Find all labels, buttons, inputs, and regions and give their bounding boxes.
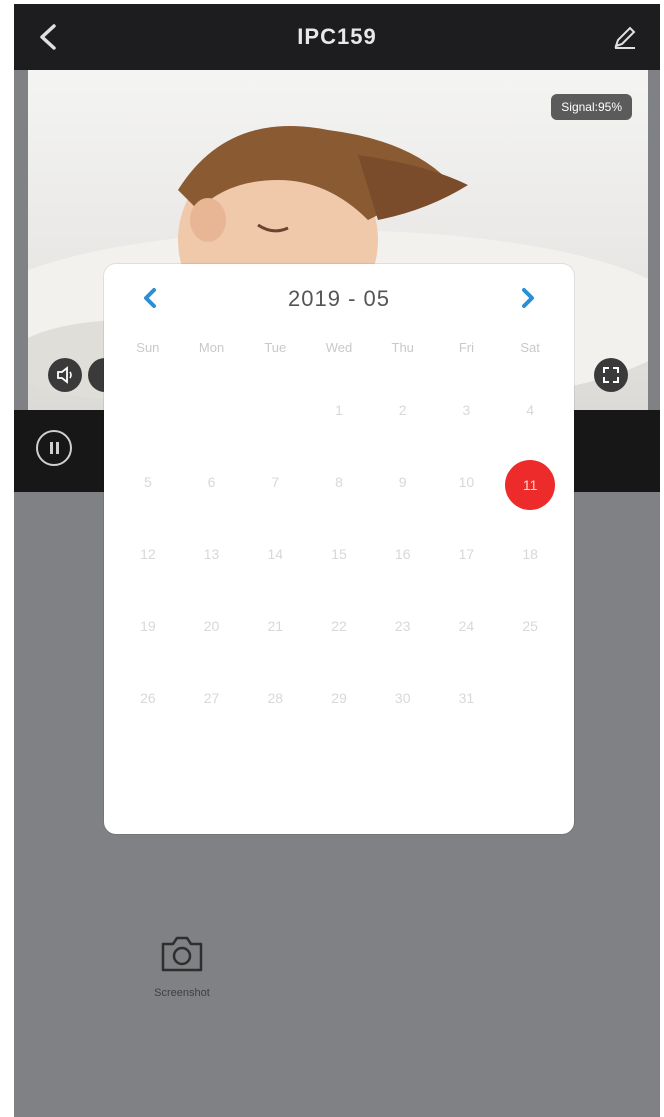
calendar-day-number: 12 [140, 546, 156, 562]
calendar-day-number: 29 [331, 690, 347, 706]
calendar-day[interactable]: 2 [371, 386, 435, 458]
calendar-day[interactable]: 29 [307, 674, 371, 746]
calendar-day[interactable]: 19 [116, 602, 180, 674]
weekday-label: Thu [391, 340, 414, 355]
calendar-day-number: 24 [458, 618, 475, 634]
calendar-day-number: 8 [335, 474, 343, 490]
calendar-day-number: 27 [203, 690, 220, 706]
calendar-day-number: 28 [267, 690, 284, 706]
calendar-day-number: 30 [394, 690, 411, 706]
calendar-day[interactable]: 25 [498, 602, 562, 674]
fullscreen-icon[interactable] [594, 358, 628, 392]
top-bar: IPC159 [14, 4, 660, 70]
weekday-label: Sun [136, 340, 160, 355]
pause-icon[interactable] [36, 430, 72, 466]
camera-icon [161, 936, 203, 972]
weekday-row: Sun Mon Tue Wed Thu Fri Sat [116, 340, 562, 355]
calendar-day-grid: 1 2 3 4 5 6 7 8 9 10 11 12 13 14 15 16 17 18 19 20 21 22 23 24 2… [116, 386, 562, 746]
date-picker-popup: 2019 - 05 Sun Mon Tue Wed Thu Fri Sat 12345678… [104, 264, 574, 834]
calendar-day-number: 4 [526, 402, 535, 418]
calendar-day-number: 25 [522, 618, 538, 634]
calendar-day[interactable]: 20 [180, 602, 244, 674]
screenshot-label: Screenshot [154, 987, 210, 999]
calendar-day[interactable]: 18 [498, 530, 562, 602]
calendar-day-number: 14 [267, 546, 284, 562]
calendar-day[interactable]: 6 [180, 458, 244, 530]
calendar-day[interactable]: 23 [371, 602, 435, 674]
pencil-icon[interactable] [612, 24, 638, 50]
calendar-day[interactable]: 14 [243, 530, 307, 602]
calendar-day-number: 1 [335, 402, 343, 418]
calendar-day[interactable]: 30 [371, 674, 435, 746]
weekday-label: Sat [520, 340, 540, 355]
calendar-day[interactable]: 24 [435, 602, 499, 674]
calendar-day[interactable]: 31 [435, 674, 499, 746]
calendar-day-number: 16 [394, 546, 411, 562]
calendar-empty-cell [180, 386, 244, 458]
calendar-header: 2019 - 05 [104, 282, 574, 314]
calendar-day[interactable]: 15 [307, 530, 371, 602]
calendar-day[interactable]: 5 [116, 458, 180, 530]
weekday-label: Mon [198, 340, 225, 355]
calendar-day[interactable]: 3 [435, 386, 499, 458]
calendar-day[interactable]: 10 [435, 458, 499, 530]
page-title: IPC159 [297, 24, 377, 49]
calendar-day-number: 13 [203, 546, 220, 562]
calendar-day[interactable]: 27 [180, 674, 244, 746]
calendar-day[interactable]: 26 [116, 674, 180, 746]
calendar-day[interactable]: 17 [435, 530, 499, 602]
calendar-day-selected[interactable]: 11 [498, 458, 562, 530]
calendar-day-number: 7 [271, 474, 280, 490]
screenshot-button[interactable]: Screenshot [122, 934, 242, 999]
weekday-label: Wed [325, 340, 353, 355]
calendar-day-number: 15 [331, 546, 347, 562]
calendar-empty-cell [243, 386, 307, 458]
calendar-day[interactable]: 1 [307, 386, 371, 458]
calendar-day-number: 10 [458, 474, 475, 490]
calendar-day[interactable]: 13 [180, 530, 244, 602]
calendar-day[interactable]: 22 [307, 602, 371, 674]
calendar-day-number: 9 [398, 474, 407, 490]
calendar-day[interactable]: 8 [307, 458, 371, 530]
calendar-day-number: 11 [505, 460, 556, 510]
weekday-label: Fri [458, 340, 474, 355]
calendar-day-number: 5 [143, 474, 152, 490]
calendar-day-number: 26 [140, 690, 156, 706]
calendar-day-number: 19 [140, 618, 156, 634]
calendar-day-number: 17 [458, 546, 475, 562]
calendar-day-number: 21 [267, 618, 284, 634]
calendar-day-number: 18 [522, 546, 538, 562]
calendar-month-label: 2019 - 05 [288, 286, 390, 311]
calendar-day[interactable]: 9 [371, 458, 435, 530]
calendar-day[interactable]: 7 [243, 458, 307, 530]
calendar-day-number: 6 [207, 474, 216, 490]
calendar-day-number: 2 [398, 402, 407, 418]
calendar-day[interactable]: 28 [243, 674, 307, 746]
weekday-label: Tue [264, 340, 287, 355]
calendar-day-number: 31 [458, 690, 475, 706]
calendar-day-number: 3 [462, 402, 471, 418]
calendar-day-number: 20 [203, 618, 220, 634]
next-month-chevron-icon[interactable] [518, 284, 538, 312]
calendar-day[interactable]: 16 [371, 530, 435, 602]
speaker-icon[interactable] [48, 358, 82, 392]
signal-badge: Signal:95% [551, 94, 632, 120]
calendar-day[interactable]: 4 [498, 386, 562, 458]
calendar-day[interactable]: 21 [243, 602, 307, 674]
calendar-day-number: 23 [394, 618, 411, 634]
calendar-day[interactable]: 12 [116, 530, 180, 602]
calendar-empty-cell [116, 386, 180, 458]
calendar-day-number: 22 [331, 618, 347, 634]
